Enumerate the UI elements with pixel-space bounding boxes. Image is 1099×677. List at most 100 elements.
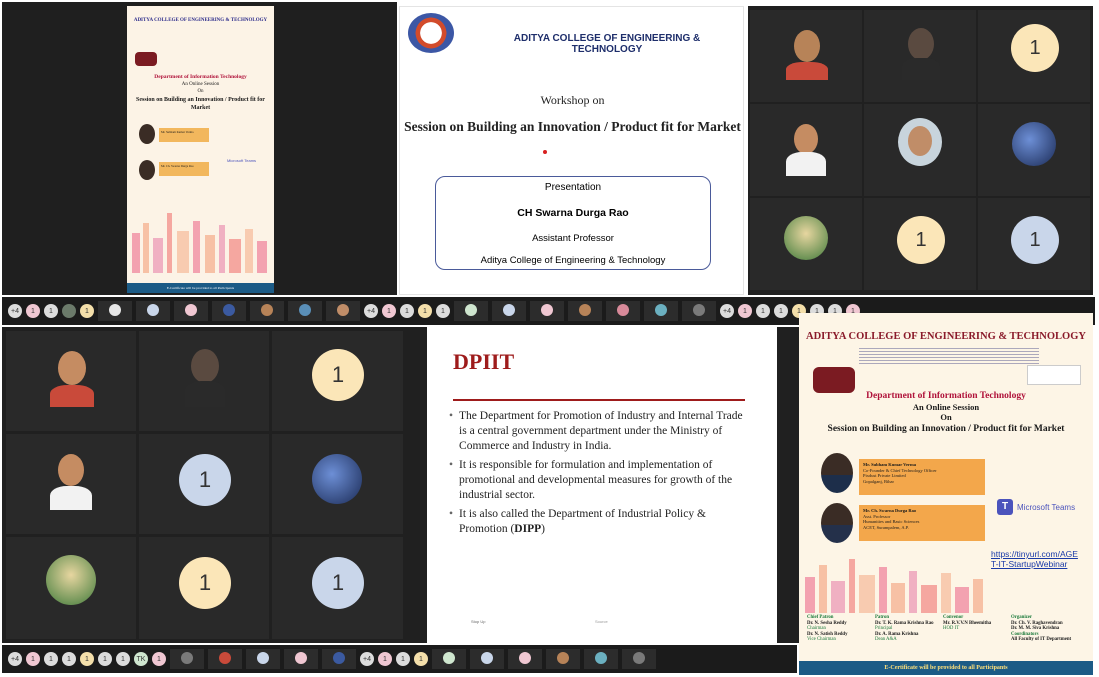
strip-avatar[interactable]: 1 (756, 304, 770, 318)
strip-avatar[interactable]: 1 (738, 304, 752, 318)
strip-video-thumb[interactable] (432, 649, 466, 669)
participant-avatar-image (46, 555, 96, 605)
poster-dept: Department of Information Technology (866, 391, 1026, 401)
strip-video-thumb[interactable] (470, 649, 504, 669)
strip-avatar[interactable]: 1 (26, 304, 40, 318)
strip-video-thumb[interactable] (644, 301, 678, 321)
strip-video-thumb[interactable] (212, 301, 246, 321)
strip-video-thumb[interactable] (246, 649, 280, 669)
speaker1-card: Mr. Subham Kumar Verma Co-Founder & Chie… (859, 459, 985, 495)
event-poster-small: ADITYA COLLEGE OF ENGINEERING & TECHNOLO… (127, 6, 274, 293)
speaker1-photo (139, 124, 155, 144)
strip-video-thumb[interactable] (606, 301, 640, 321)
strip-avatar[interactable]: 1 (26, 652, 40, 666)
presenter-name: CH Swarna Durga Rao (517, 207, 629, 219)
participant-avatar-badge: 1 (312, 557, 364, 609)
participant-tile[interactable] (978, 104, 1090, 196)
participant-tile[interactable]: 1 (139, 537, 269, 639)
participant-avatar-badge: 1 (897, 216, 945, 264)
strip-video-thumb[interactable] (622, 649, 656, 669)
strip-avatar[interactable]: 1 (62, 652, 76, 666)
dpiit-slide-panel: DPIIT • The Department for Promotion of … (407, 327, 799, 643)
participant-tile[interactable] (864, 104, 976, 196)
speaker2-card: Mr. Ch. Swarna Durga Rao Asst. Professor… (859, 505, 985, 541)
participant-tile[interactable] (750, 198, 862, 290)
strip-video-thumb[interactable] (250, 301, 284, 321)
innovation-council-logo (1027, 365, 1081, 385)
strip-video-thumb[interactable] (170, 649, 204, 669)
strip-avatar[interactable]: 1 (80, 652, 94, 666)
participant-tile[interactable]: 1 (139, 434, 269, 534)
strip-video-thumb[interactable] (454, 301, 488, 321)
strip-avatar[interactable]: 1 (98, 652, 112, 666)
participant-tile[interactable] (750, 104, 862, 196)
strip-avatar[interactable]: 1 (400, 304, 414, 318)
strip-avatar[interactable]: 1 (80, 304, 94, 318)
strip-video-thumb[interactable] (326, 301, 360, 321)
participant-tile[interactable]: 1 (272, 537, 403, 639)
bullet-text: It is also called the Department of Indu… (459, 508, 706, 535)
strip-video-thumb[interactable] (322, 649, 356, 669)
participant-tile[interactable]: 1 (978, 10, 1090, 102)
overflow-badge[interactable]: +4 (364, 304, 378, 318)
bullet-marker: • (449, 459, 454, 471)
speaker2-photo (821, 503, 853, 543)
participant-tile[interactable] (6, 434, 136, 534)
participant-tile[interactable] (272, 434, 403, 534)
strip-avatar[interactable]: 1 (44, 304, 58, 318)
teams-icon: T (997, 499, 1013, 515)
participant-body (902, 58, 940, 80)
strip-avatar[interactable]: 1 (396, 652, 410, 666)
strip-video-thumb[interactable] (568, 301, 602, 321)
strip-avatar[interactable]: 1 (436, 304, 450, 318)
strip-video-thumb[interactable] (584, 649, 618, 669)
overflow-badge[interactable]: +4 (360, 652, 374, 666)
presentation-label: Presentation (544, 182, 602, 193)
strip-video-thumb[interactable] (208, 649, 242, 669)
strip-avatar[interactable]: 1 (44, 652, 58, 666)
poster-online: An Online Session (912, 402, 980, 412)
strip-avatar[interactable]: 1 (152, 652, 166, 666)
strip-avatar[interactable]: 1 (414, 652, 428, 666)
poster-online: An Online Session (181, 82, 220, 87)
strip-video-thumb[interactable] (284, 649, 318, 669)
strip-video-thumb[interactable] (288, 301, 322, 321)
participant-grid-bottom-left: 1 1 1 1 (2, 327, 407, 643)
overflow-badge[interactable]: +4 (8, 652, 22, 666)
strip-avatar[interactable]: 1 (774, 304, 788, 318)
participant-strip-bottom[interactable]: +4 1 1 1 1 1 1 TK 1 +4 1 1 1 (2, 645, 797, 673)
strip-avatar[interactable] (62, 304, 76, 318)
strip-avatar[interactable]: TK (134, 652, 148, 666)
participant-body (786, 152, 826, 176)
participant-tile[interactable] (750, 10, 862, 102)
strip-avatar[interactable]: 1 (378, 652, 392, 666)
overflow-badge[interactable]: +4 (8, 304, 22, 318)
participant-tile[interactable]: 1 (272, 331, 403, 431)
participant-tile[interactable]: 1 (864, 198, 976, 290)
participant-body (786, 62, 828, 80)
strip-avatar[interactable]: +4 (720, 304, 734, 318)
strip-avatar[interactable]: 1 (382, 304, 396, 318)
strip-video-thumb[interactable] (530, 301, 564, 321)
participant-tile[interactable] (6, 331, 136, 431)
strip-video-thumb[interactable] (508, 649, 542, 669)
participant-tile[interactable]: 1 (978, 198, 1090, 290)
poster-footer: E-Certificate will be provided to all Pa… (799, 661, 1093, 675)
strip-avatar[interactable]: 1 (116, 652, 130, 666)
strip-video-thumb[interactable] (174, 301, 208, 321)
strip-video-thumb[interactable] (136, 301, 170, 321)
strip-video-thumb[interactable] (546, 649, 580, 669)
participant-tile[interactable] (864, 10, 976, 102)
strip-video-thumb[interactable] (98, 301, 132, 321)
participant-photo (191, 349, 219, 383)
participant-tile[interactable] (6, 537, 136, 639)
poster-title: Session on Building an Innovation / Prod… (827, 424, 1065, 434)
strip-avatar[interactable]: 1 (418, 304, 432, 318)
participant-photo (908, 28, 934, 60)
strip-video-thumb[interactable] (682, 301, 716, 321)
teams-label: Microsoft Teams (227, 158, 257, 163)
teams-label: Microsoft Teams (1017, 503, 1076, 512)
participant-avatar-badge: 1 (179, 454, 231, 506)
participant-tile[interactable] (139, 331, 269, 431)
strip-video-thumb[interactable] (492, 301, 526, 321)
